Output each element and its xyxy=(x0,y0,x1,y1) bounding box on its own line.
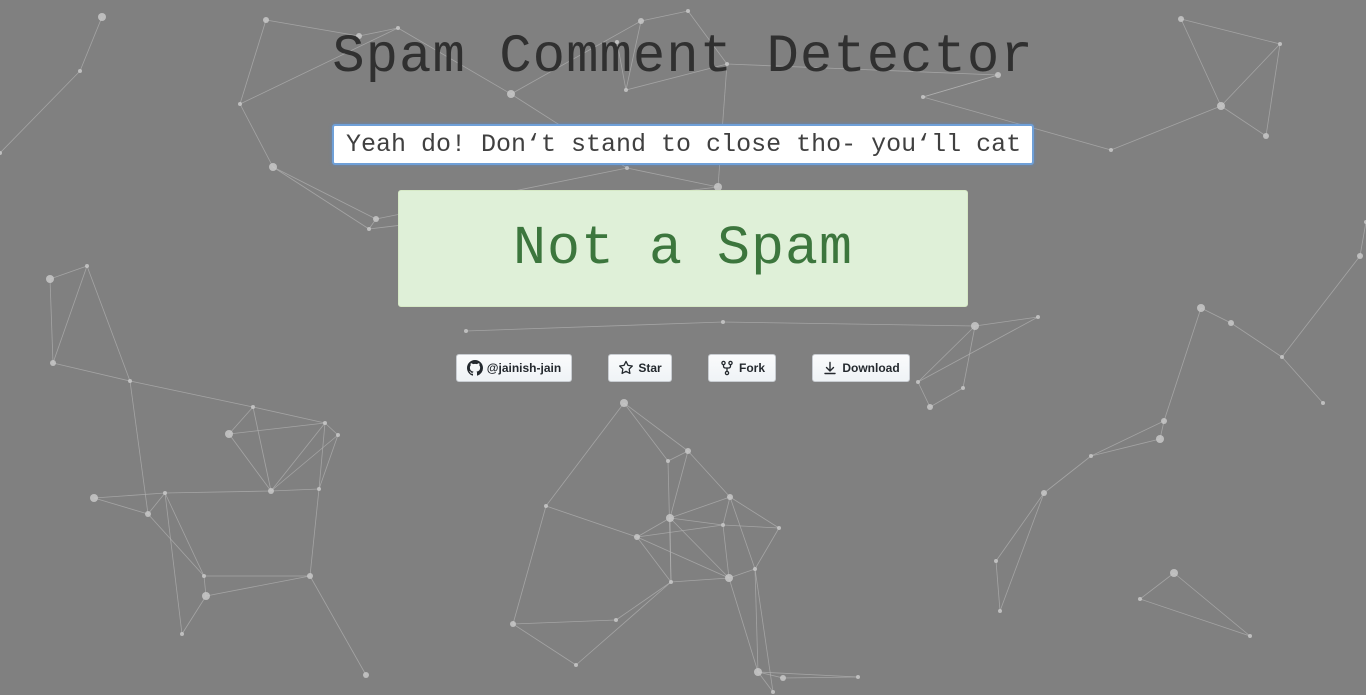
github-star-label: Star xyxy=(638,361,662,375)
repo-fork-icon xyxy=(719,360,735,376)
result-alert: Not a Spam xyxy=(398,190,968,307)
github-fork-label: Fork xyxy=(738,361,765,375)
github-fork-button[interactable]: Fork xyxy=(708,354,776,382)
star-icon xyxy=(618,360,634,376)
github-mark-icon xyxy=(466,360,483,376)
github-star-button[interactable]: Star xyxy=(608,354,672,382)
download-icon xyxy=(822,360,838,376)
main-container: Spam Comment Detector Not a Spam @jainis… xyxy=(0,0,1366,695)
github-follow-label: @jainish-jain xyxy=(486,361,562,375)
page-title: Spam Comment Detector xyxy=(332,27,1034,88)
result-label: Not a Spam xyxy=(512,217,854,280)
github-follow-button[interactable]: @jainish-jain xyxy=(456,354,572,382)
comment-input[interactable] xyxy=(332,124,1034,165)
github-download-button[interactable]: Download xyxy=(812,354,910,382)
github-download-label: Download xyxy=(842,361,900,375)
